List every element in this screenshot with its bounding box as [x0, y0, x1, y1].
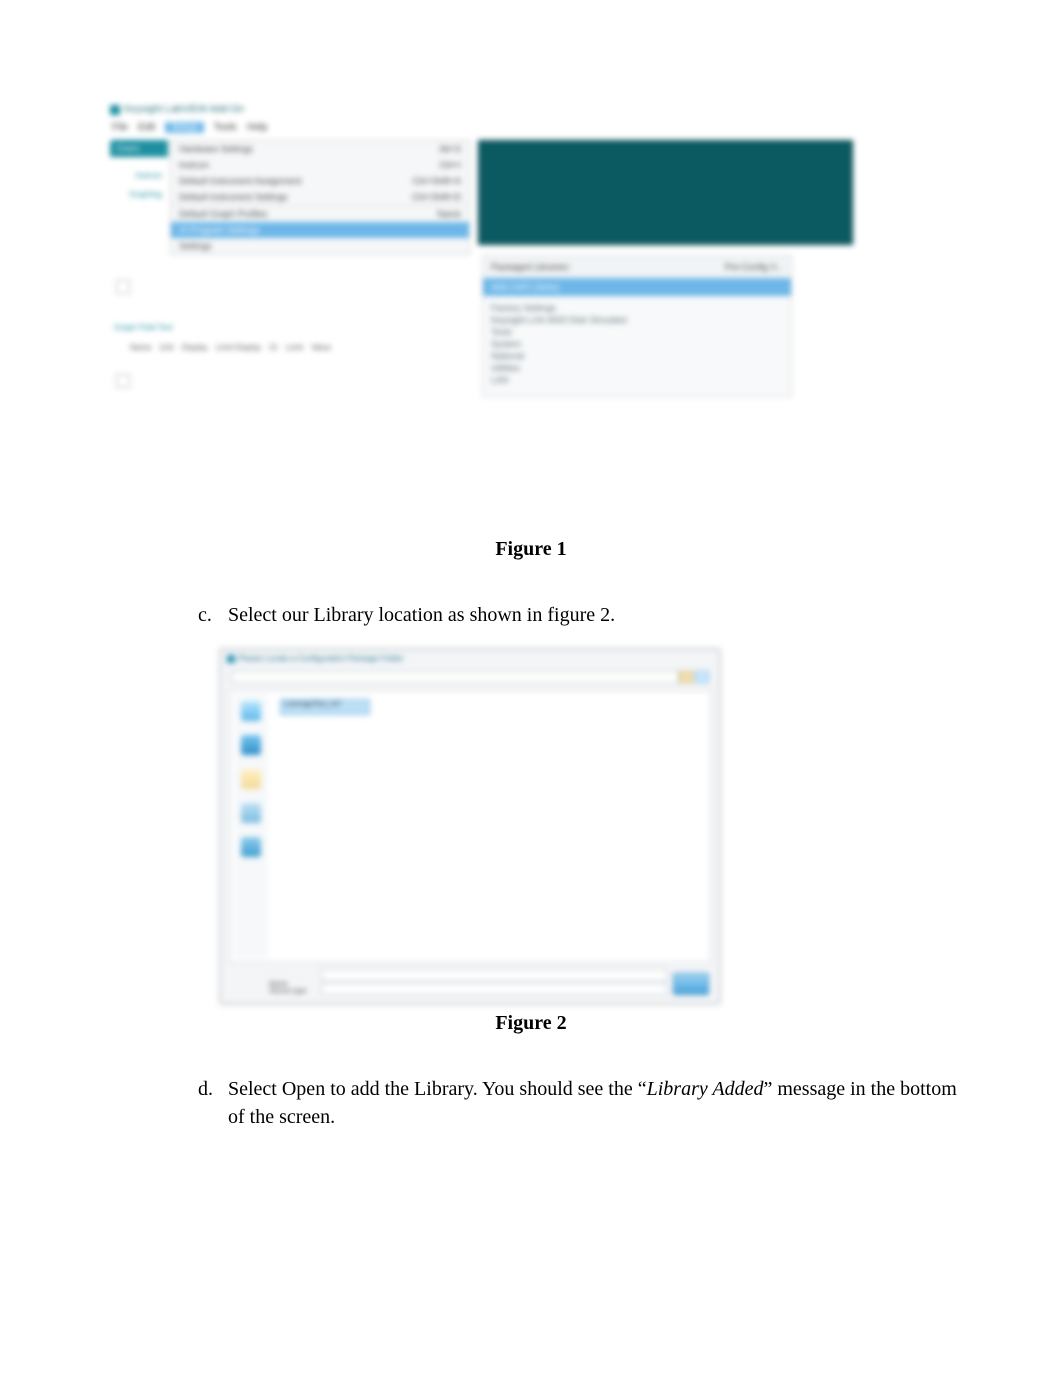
step-c: c. Select our Library location as shown …	[198, 601, 962, 629]
grid-col: Or	[269, 343, 278, 352]
app-title: Keysight LabVIEW Add-On	[124, 104, 244, 115]
library-list: Factory Settings Keysight LXA 4500 Disk …	[483, 296, 791, 396]
menu-item-highlight[interactable]: VI Program Settings	[171, 222, 469, 238]
list-item[interactable]: Utilities	[491, 362, 783, 374]
step-c-marker: c.	[198, 601, 228, 629]
figure-2-screenshot: Please Locate a Configuration Package Fo…	[220, 649, 720, 1004]
dialog-file-area: LaverageText_v07	[229, 690, 711, 963]
tab-instruments[interactable]: Instrum	[110, 157, 168, 184]
dialog-titlebar: Please Locate a Configuration Package Fo…	[227, 654, 403, 663]
figure-1-caption: Figure 1	[100, 538, 962, 561]
header-left: Packaged Libraries:	[491, 262, 571, 272]
menu-item[interactable]: InstrumCtrl+I	[171, 157, 469, 173]
up-folder-icon[interactable]	[679, 671, 693, 683]
grid-header-row: Name Unit Display Limit Display Or Limit…	[130, 343, 331, 352]
grid-col: Limit	[286, 343, 303, 352]
grid-col: Name	[130, 343, 151, 352]
selected-folder[interactable]: LaverageText_v07	[280, 699, 370, 715]
grid-col: Unit	[159, 343, 173, 352]
places-sidebar	[234, 695, 268, 958]
right-banner	[478, 140, 853, 245]
menu-item[interactable]: Default Instrument SettingsCtrl+Shift+D	[171, 189, 469, 205]
step-d-italic: Library Added	[647, 1078, 764, 1100]
place-network-icon[interactable]	[241, 837, 261, 857]
left-tabs: Chann Instrum Graphing	[110, 140, 168, 205]
figure-2-caption: Figure 2	[100, 1012, 962, 1035]
list-item[interactable]: Toolz	[491, 326, 783, 338]
figure-1: Keysight LabVIEW Add-On File Edit Setup …	[100, 100, 962, 561]
menu-tools[interactable]: Tools	[214, 122, 237, 133]
header-right: Pre-Config V...	[725, 262, 783, 272]
filename-field[interactable]	[321, 969, 667, 981]
left-icon-column	[116, 280, 136, 388]
list-item[interactable]: Keysight LXA 4500 Disk Simulator	[491, 314, 783, 326]
menu-help[interactable]: Help	[247, 122, 268, 133]
dialog-path-row	[231, 670, 709, 684]
list-item[interactable]: National	[491, 350, 783, 362]
new-folder-icon[interactable]	[695, 671, 709, 683]
figure-1-screenshot: Keysight LabVIEW Add-On File Edit Setup …	[110, 100, 850, 530]
filetype-label: Source type	[269, 988, 315, 995]
dialog-title: Please Locate a Configuration Package Fo…	[238, 654, 403, 663]
app-titlebar: Keysight LabVIEW Add-On	[110, 104, 244, 115]
right-panel-header: Packaged Libraries: Pre-Config V...	[483, 256, 791, 278]
menu-file[interactable]: File	[112, 122, 128, 133]
grid-col: Limit Display	[216, 343, 261, 352]
list-item[interactable]: System	[491, 338, 783, 350]
step-c-text: Select our Library location as shown in …	[228, 601, 962, 629]
menu-item[interactable]: Default Instrument AssignmentCtrl+Shift+…	[171, 173, 469, 189]
tab-graphing[interactable]: Graphing	[110, 184, 168, 205]
open-button[interactable]	[673, 973, 709, 995]
place-documents-icon[interactable]	[241, 769, 261, 789]
path-field[interactable]	[231, 671, 679, 683]
tab-channels[interactable]: Chann	[110, 140, 168, 157]
sidebar-icon[interactable]	[116, 280, 130, 294]
menu-item[interactable]: Default Graph ProfilesName	[171, 205, 469, 222]
dialog-bottom: Name Source type	[269, 967, 709, 995]
sidebar-icon[interactable]	[116, 374, 130, 388]
step-d: d. Select Open to add the Library. You s…	[198, 1075, 962, 1131]
right-panel: Packaged Libraries: Pre-Config V... Add …	[482, 255, 792, 397]
setup-dropdown: Hardware SettingsAlt+S InstrumCtrl+I Def…	[170, 140, 470, 255]
figure-2: Please Locate a Configuration Package Fo…	[100, 649, 962, 1035]
place-computer-icon[interactable]	[241, 803, 261, 823]
step-d-prefix: Select Open to add the Library. You shou…	[228, 1078, 647, 1100]
app-icon	[110, 105, 120, 115]
left-section-label: Graph Field Text	[114, 323, 173, 332]
filename-label: Name	[269, 981, 315, 988]
right-panel-selected[interactable]: Add LNXI Library	[483, 278, 791, 296]
menubar: File Edit Setup Tools Help	[112, 122, 267, 133]
place-recent-icon[interactable]	[241, 701, 261, 721]
menu-setup[interactable]: Setup	[165, 122, 203, 133]
filetype-field[interactable]	[321, 983, 667, 995]
list-item[interactable]: Factory Settings	[491, 302, 783, 314]
dialog-app-icon	[227, 655, 235, 663]
step-d-text: Select Open to add the Library. You shou…	[228, 1075, 962, 1131]
menu-edit[interactable]: Edit	[138, 122, 155, 133]
menu-item[interactable]: Settings	[171, 238, 469, 254]
menu-item[interactable]: Hardware SettingsAlt+S	[171, 141, 469, 157]
grid-col: Display	[182, 343, 208, 352]
list-item[interactable]: LAN	[491, 374, 783, 386]
step-d-marker: d.	[198, 1075, 228, 1131]
place-desktop-icon[interactable]	[241, 735, 261, 755]
grid-col: Value	[311, 343, 331, 352]
